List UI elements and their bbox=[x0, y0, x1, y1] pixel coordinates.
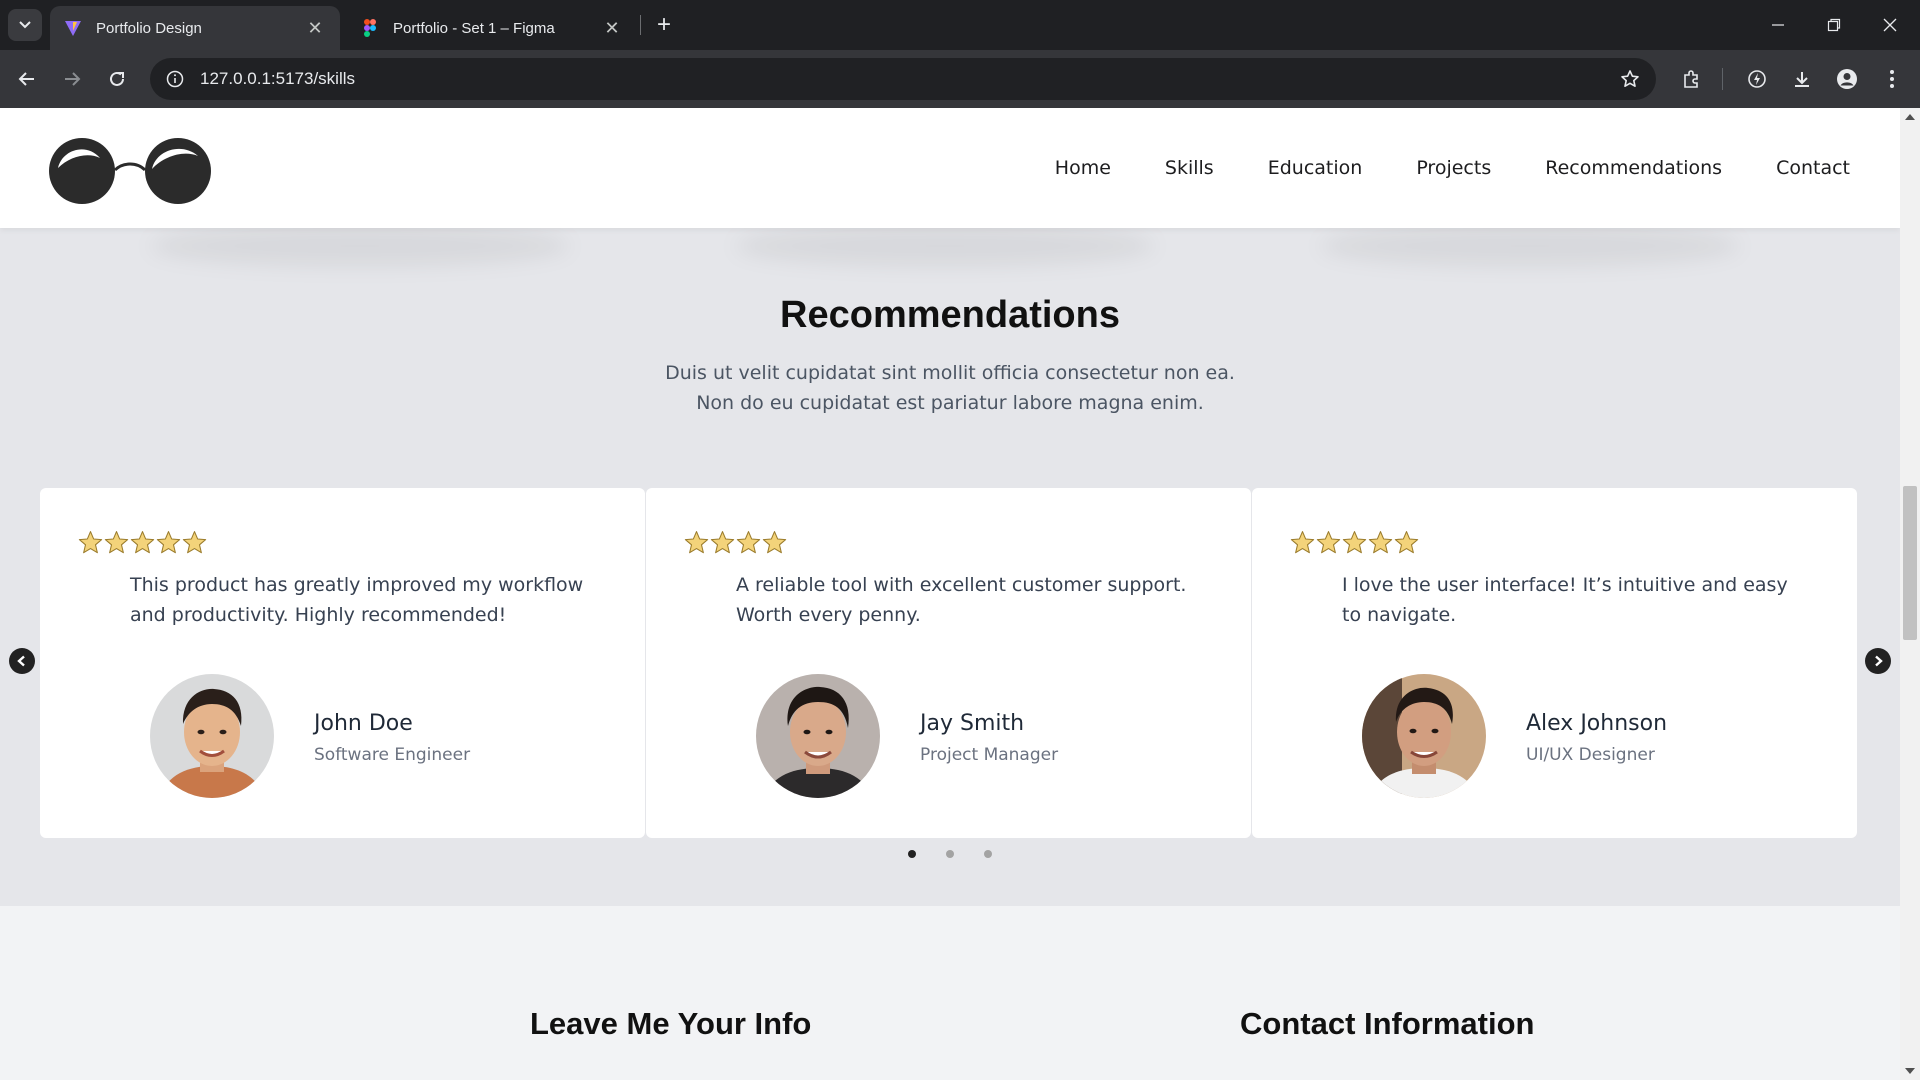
back-icon[interactable] bbox=[11, 63, 43, 95]
star-icon bbox=[684, 531, 709, 554]
url-text[interactable]: 127.0.0.1:5173/skills bbox=[200, 69, 1610, 89]
avatar bbox=[756, 674, 880, 798]
tab-figma[interactable]: Portfolio - Set 1 – Figma ✕ bbox=[347, 6, 637, 50]
download-icon[interactable] bbox=[1786, 63, 1818, 95]
star-icon bbox=[156, 531, 181, 554]
site-header: Home Skills Education Projects Recommend… bbox=[0, 108, 1900, 228]
reload-icon[interactable] bbox=[101, 63, 133, 95]
subtitle-line: Duis ut velit cupidatat sint mollit offi… bbox=[665, 362, 1235, 384]
info-form-title: Leave Me Your Info bbox=[530, 1006, 812, 1041]
recommendation-card: This product has greatly improved my wor… bbox=[40, 488, 645, 838]
close-icon[interactable]: ✕ bbox=[601, 17, 623, 39]
webpage: Home Skills Education Projects Recommend… bbox=[0, 108, 1900, 1080]
star-icon bbox=[104, 531, 129, 554]
chevron-right-icon[interactable] bbox=[1865, 648, 1891, 674]
card-shadow bbox=[735, 226, 1155, 266]
star-rating bbox=[1290, 530, 1420, 555]
person-name: John Doe bbox=[314, 711, 413, 736]
recommendation-card: A reliable tool with excellent customer … bbox=[646, 488, 1251, 838]
nav-link-contact[interactable]: Contact bbox=[1776, 157, 1850, 179]
glasses-logo-icon[interactable] bbox=[48, 132, 214, 204]
star-icon bbox=[130, 531, 155, 554]
person-role: UI/UX Designer bbox=[1526, 745, 1655, 765]
person-role: Software Engineer bbox=[314, 745, 471, 765]
section-title: Recommendations bbox=[780, 294, 1120, 336]
site-nav: Home Skills Education Projects Recommend… bbox=[1001, 108, 1850, 228]
card-shadow bbox=[150, 226, 570, 266]
site-info-icon[interactable] bbox=[154, 58, 196, 100]
bookmark-star-icon[interactable] bbox=[1610, 59, 1650, 99]
performance-icon[interactable] bbox=[1741, 63, 1773, 95]
star-icon bbox=[1342, 531, 1367, 554]
close-icon[interactable]: ✕ bbox=[304, 17, 326, 39]
testimonial-quote: A reliable tool with excellent customer … bbox=[736, 574, 1187, 626]
testimonial-quote: I love the user interface! It’s intuitiv… bbox=[1342, 574, 1788, 626]
chevron-left-icon[interactable] bbox=[9, 648, 35, 674]
subtitle-line: Non do eu cupidatat est pariatur labore … bbox=[696, 392, 1204, 414]
scroll-thumb[interactable] bbox=[1903, 486, 1917, 640]
nav-link-projects[interactable]: Projects bbox=[1416, 157, 1491, 179]
tab-title: Portfolio Design bbox=[96, 19, 202, 37]
minimize-icon[interactable] bbox=[1750, 0, 1806, 50]
tab-separator bbox=[640, 15, 641, 35]
forward-icon[interactable] bbox=[56, 63, 88, 95]
star-icon bbox=[1290, 531, 1315, 554]
profile-icon[interactable] bbox=[1831, 63, 1863, 95]
contact-section: Leave Me Your Info Contact Information bbox=[0, 906, 1900, 1080]
vite-favicon-icon bbox=[64, 19, 82, 37]
address-bar[interactable]: 127.0.0.1:5173/skills bbox=[150, 58, 1656, 100]
restore-icon[interactable] bbox=[1806, 0, 1862, 50]
page-scrollbar[interactable] bbox=[1900, 108, 1920, 1080]
star-icon bbox=[1394, 531, 1419, 554]
toolbar-divider bbox=[1722, 68, 1723, 90]
star-rating bbox=[78, 530, 208, 555]
figma-favicon-icon bbox=[361, 19, 379, 37]
nav-link-education[interactable]: Education bbox=[1268, 157, 1363, 179]
star-icon bbox=[78, 531, 103, 554]
testimonial-quote: This product has greatly improved my wor… bbox=[130, 574, 584, 626]
plus-icon[interactable]: + bbox=[650, 11, 678, 39]
browser-toolbar: 127.0.0.1:5173/skills bbox=[0, 50, 1920, 108]
avatar bbox=[150, 674, 274, 798]
nav-link-home[interactable]: Home bbox=[1055, 157, 1111, 179]
tab-title: Portfolio - Set 1 – Figma bbox=[393, 19, 555, 37]
star-icon bbox=[1368, 531, 1393, 554]
card-shadow bbox=[1320, 226, 1740, 266]
carousel-dot[interactable] bbox=[908, 850, 916, 858]
avatar bbox=[1362, 674, 1486, 798]
extensions-icon[interactable] bbox=[1675, 63, 1707, 95]
carousel-pagination bbox=[0, 850, 1900, 858]
star-rating bbox=[684, 530, 788, 555]
contact-info-title: Contact Information bbox=[1240, 1006, 1535, 1041]
star-icon bbox=[1316, 531, 1341, 554]
kebab-menu-icon[interactable] bbox=[1876, 63, 1908, 95]
nav-link-skills[interactable]: Skills bbox=[1165, 157, 1214, 179]
section-subtitle: Duis ut velit cupidatat sint mollit offi… bbox=[0, 358, 1900, 418]
person-name: Jay Smith bbox=[920, 711, 1025, 736]
person-role: Project Manager bbox=[920, 745, 1059, 765]
person-name: Alex Johnson bbox=[1526, 711, 1668, 736]
star-icon bbox=[710, 531, 735, 554]
carousel-dot[interactable] bbox=[984, 850, 992, 858]
star-icon bbox=[762, 531, 787, 554]
scroll-up-icon[interactable] bbox=[1900, 108, 1920, 126]
tab-portfolio-design[interactable]: Portfolio Design ✕ bbox=[50, 6, 340, 50]
recommendation-card: I love the user interface! It’s intuitiv… bbox=[1252, 488, 1857, 838]
nav-link-recommendations[interactable]: Recommendations bbox=[1545, 157, 1722, 179]
scroll-down-icon[interactable] bbox=[1900, 1062, 1920, 1080]
carousel-dot[interactable] bbox=[946, 850, 954, 858]
star-icon bbox=[736, 531, 761, 554]
tab-search-icon[interactable] bbox=[8, 9, 42, 41]
star-icon bbox=[182, 531, 207, 554]
browser-tabstrip: Portfolio Design ✕ Portfolio - Set 1 – F… bbox=[0, 0, 1920, 50]
window-close-icon[interactable] bbox=[1862, 0, 1918, 50]
